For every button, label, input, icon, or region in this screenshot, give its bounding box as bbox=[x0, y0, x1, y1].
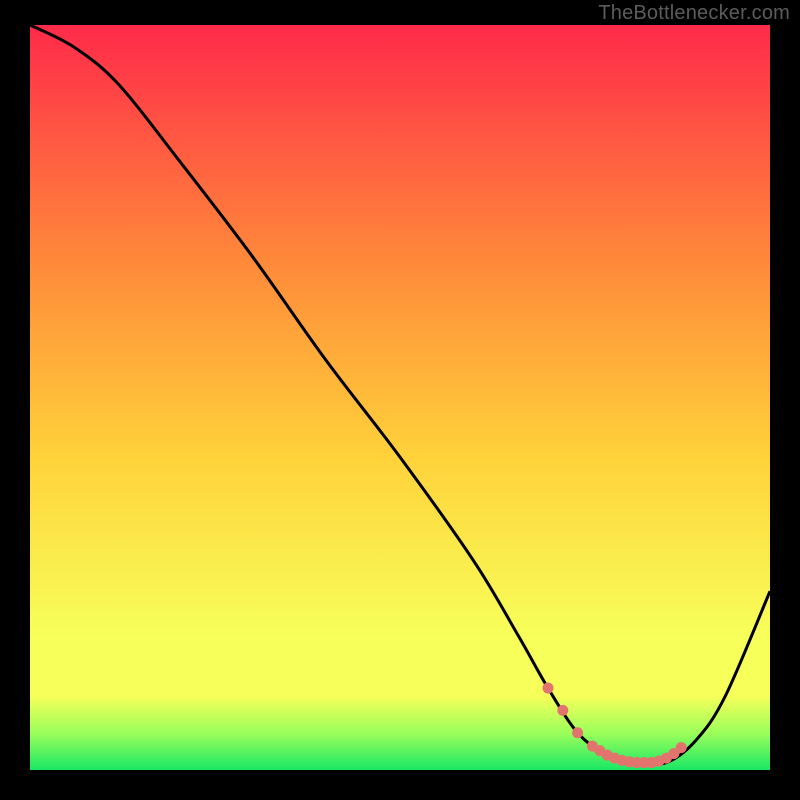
optimal-dot bbox=[543, 683, 554, 694]
chart-frame: TheBottlenecker.com bbox=[0, 0, 800, 800]
bottleneck-chart bbox=[30, 25, 770, 770]
optimal-dot bbox=[572, 727, 583, 738]
gradient-background bbox=[30, 25, 770, 770]
watermark-text: TheBottlenecker.com bbox=[598, 2, 790, 25]
optimal-dot bbox=[676, 742, 687, 753]
optimal-dot bbox=[557, 705, 568, 716]
plot-area bbox=[30, 25, 770, 770]
